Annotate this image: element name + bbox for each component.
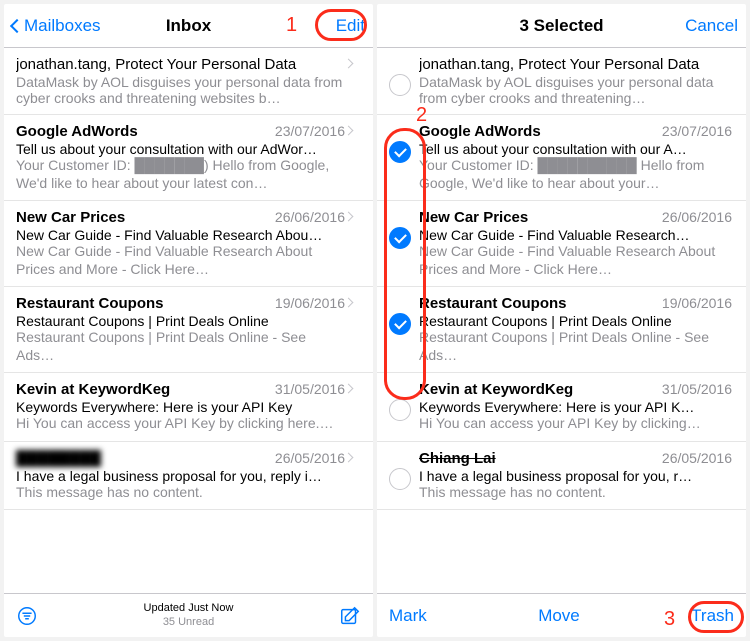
cancel-button[interactable]: Cancel <box>685 16 738 36</box>
message-subject: Keywords Everywhere: Here is your API K… <box>419 399 732 415</box>
message-row[interactable]: Google AdWords 23/07/2016 Tell us about yo… <box>377 115 746 201</box>
toolbar-right: Mark Move Trash <box>377 593 746 637</box>
message-sender: Restaurant Coupons <box>16 295 269 312</box>
message-date: 31/05/2016 <box>275 381 345 397</box>
message-date: 26/05/2016 <box>275 450 345 466</box>
message-subject: New Car Guide - Find Valuable Research A… <box>16 227 345 243</box>
message-subject: Keywords Everywhere: Here is your API Ke… <box>16 399 345 415</box>
message-date: 19/06/2016 <box>275 295 345 311</box>
trash-button[interactable]: Trash <box>691 606 734 626</box>
select-checkbox[interactable] <box>389 74 411 96</box>
back-label: Mailboxes <box>24 16 101 36</box>
chevron-right-icon <box>344 212 354 222</box>
message-date: 26/06/2016 <box>662 209 732 225</box>
back-button[interactable]: Mailboxes <box>12 16 101 36</box>
message-sender: Restaurant Coupons <box>419 295 656 312</box>
chevron-right-icon <box>344 452 354 462</box>
right-screen: 3 Selected Cancel jonathan.tang, Protect… <box>377 4 746 637</box>
message-date: 31/05/2016 <box>662 381 732 397</box>
message-sender: New Car Prices <box>419 209 656 226</box>
message-sender: Chiang Lai <box>419 450 656 467</box>
toolbar-left: Updated Just Now 35 Unread <box>4 593 373 637</box>
message-sender: Google AdWords <box>16 123 269 140</box>
chevron-right-icon <box>344 298 354 308</box>
message-row[interactable]: Kevin at KeywordKeg 31/05/2016 Keywords Ev… <box>4 373 373 442</box>
message-sender: Kevin at KeywordKeg <box>419 381 656 398</box>
message-row[interactable]: Restaurant Coupons 19/06/2016 Restaurant C… <box>377 287 746 373</box>
filter-icon[interactable] <box>16 605 38 627</box>
message-subject: I have a legal business proposal for you… <box>16 468 345 484</box>
navbar-left: Mailboxes Inbox Edit <box>4 4 373 48</box>
message-sender: jonathan.tang, Protect Your Personal Dat… <box>419 56 726 73</box>
message-sender: ████████ <box>16 450 269 467</box>
move-button[interactable]: Move <box>538 606 580 626</box>
message-row[interactable]: New Car Prices 26/06/2016 New Car Guide - … <box>4 201 373 287</box>
message-row[interactable]: Kevin at KeywordKeg 31/05/2016 Keywords Ev… <box>377 373 746 442</box>
message-date: 26/06/2016 <box>275 209 345 225</box>
message-subject: DataMask by AOL disguises your personal … <box>16 74 345 106</box>
status-text: Updated Just Now 35 Unread <box>4 602 373 628</box>
message-date: 23/07/2016 <box>275 123 345 139</box>
message-preview: Hi You can access your API Key by clicki… <box>16 415 345 433</box>
message-preview: New Car Guide - Find Valuable Research A… <box>16 243 345 278</box>
select-checkbox[interactable] <box>389 313 411 335</box>
message-row[interactable]: jonathan.tang, Protect Your Personal Dat… <box>4 48 373 115</box>
message-subject: I have a legal business proposal for you… <box>419 468 732 484</box>
chevron-right-icon <box>344 384 354 394</box>
message-row[interactable]: Restaurant Coupons 19/06/2016 Restaurant C… <box>4 287 373 373</box>
message-preview: Your Customer ID: ██████████ Hello from … <box>419 157 732 192</box>
select-checkbox[interactable] <box>389 399 411 421</box>
select-checkbox[interactable] <box>389 227 411 249</box>
message-preview: Hi You can access your API Key by clicki… <box>419 415 732 433</box>
annotation-label-1: 1 <box>286 14 297 37</box>
message-row[interactable]: jonathan.tang, Protect Your Personal Dat… <box>377 48 746 115</box>
message-preview: This message has no content. <box>419 484 732 502</box>
message-preview: New Car Guide - Find Valuable Research A… <box>419 243 732 278</box>
message-list-left[interactable]: jonathan.tang, Protect Your Personal Dat… <box>4 48 373 593</box>
message-row[interactable]: Google AdWords 23/07/2016 Tell us about yo… <box>4 115 373 201</box>
message-row[interactable]: Chiang Lai 26/05/2016 I have a legal busin… <box>377 442 746 511</box>
message-row[interactable]: ████████ 26/05/2016 I have a legal busines… <box>4 442 373 511</box>
message-subject: Tell us about your consultation with our… <box>16 141 345 157</box>
message-row[interactable]: New Car Prices 26/06/2016 New Car Guide - … <box>377 201 746 287</box>
chevron-left-icon <box>10 18 24 32</box>
message-subject: Tell us about your consultation with our… <box>419 141 732 157</box>
edit-button[interactable]: Edit <box>336 16 365 36</box>
message-subject: Restaurant Coupons | Print Deals Online <box>16 313 345 329</box>
left-screen: Mailboxes Inbox Edit jonathan.tang, Prot… <box>4 4 373 637</box>
annotation-label-3: 3 <box>664 608 675 631</box>
message-date: 19/06/2016 <box>662 295 732 311</box>
message-sender: New Car Prices <box>16 209 269 226</box>
message-subject: DataMask by AOL disguises your personal … <box>419 74 732 106</box>
chevron-right-icon <box>344 59 354 69</box>
message-subject: New Car Guide - Find Valuable Research… <box>419 227 732 243</box>
message-date: 26/05/2016 <box>662 450 732 466</box>
message-list-right[interactable]: jonathan.tang, Protect Your Personal Dat… <box>377 48 746 593</box>
message-subject: Restaurant Coupons | Print Deals Online <box>419 313 732 329</box>
message-date: 23/07/2016 <box>662 123 732 139</box>
message-sender: Google AdWords <box>419 123 656 140</box>
mark-button[interactable]: Mark <box>389 606 427 626</box>
message-preview: Restaurant Coupons | Print Deals Online … <box>419 329 732 364</box>
message-preview: Your Customer ID: ███████) Hello from Go… <box>16 157 345 192</box>
message-preview: This message has no content. <box>16 484 345 502</box>
select-checkbox[interactable] <box>389 141 411 163</box>
navbar-right: 3 Selected Cancel <box>377 4 746 48</box>
annotation-label-2: 2 <box>416 104 427 127</box>
message-sender: jonathan.tang, Protect Your Personal Dat… <box>16 56 339 73</box>
message-preview: Restaurant Coupons | Print Deals Online … <box>16 329 345 364</box>
select-checkbox[interactable] <box>389 468 411 490</box>
chevron-right-icon <box>344 126 354 136</box>
message-sender: Kevin at KeywordKeg <box>16 381 269 398</box>
compose-icon[interactable] <box>339 605 361 627</box>
